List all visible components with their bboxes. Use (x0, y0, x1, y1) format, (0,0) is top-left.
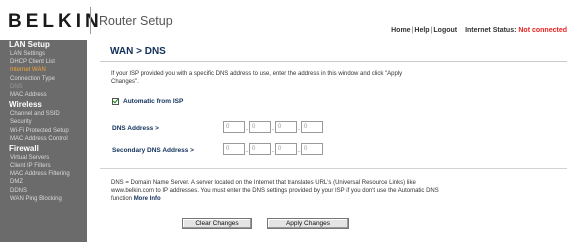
page-title: WAN > DNS (110, 46, 166, 57)
title-divider (100, 61, 567, 62)
sidebar-item-internet-wan[interactable]: Internet WAN (0, 66, 87, 74)
top-links: Home|Help|Logout Internet Status: Not co… (391, 27, 567, 34)
internet-status-label: Internet Status: (465, 27, 517, 34)
belkin-logo: BELKIN (8, 11, 103, 32)
intro-text: If your ISP provided you with a specific… (111, 71, 403, 85)
secondary-dns-address-label: Secondary DNS Address > (112, 147, 194, 154)
sidebar-item-client-ip-filters[interactable]: Client IP Filters (0, 162, 87, 170)
sidebar-item-dns[interactable]: DNS (0, 83, 87, 91)
sidebar-item-mac-address-filtering[interactable]: MAC Address Filtering (0, 170, 87, 178)
dns-explanation: DNS = Domain Name Server. A server locat… (111, 179, 441, 203)
main-content: WAN > DNS If your ISP provided you with … (87, 40, 567, 242)
logo-divider (90, 7, 91, 34)
sidebar-item-dhcp-client-list[interactable]: DHCP Client List (0, 58, 87, 66)
header: BELKIN Router Setup Home|Help|Logout Int… (0, 0, 567, 39)
dns-octet-4-input[interactable]: 0 (301, 121, 323, 133)
sidebar-item-mac-address[interactable]: MAC Address (0, 91, 87, 99)
more-info-link[interactable]: More Info (134, 196, 161, 202)
sidebar-item-lan-settings[interactable]: LAN Settings (0, 50, 87, 58)
dns-address-input-group: 0 . 0 . 0 . 0 (223, 121, 323, 133)
sidebar-section-firewall[interactable]: Firewall (0, 144, 87, 154)
sidebar-item-ddns[interactable]: DDNS (0, 187, 87, 195)
sidebar-item-connection-type[interactable]: Connection Type (0, 75, 87, 83)
app-title: Router Setup (99, 14, 173, 28)
clear-changes-button[interactable]: Clear Changes (182, 218, 252, 229)
sidebar: LAN Setup LAN Settings DHCP Client List … (0, 40, 87, 242)
secondary-dns-octet-3-input[interactable]: 0 (275, 143, 297, 155)
apply-changes-button[interactable]: Apply Changes (267, 218, 349, 229)
dns-octet-3-input[interactable]: 0 (275, 121, 297, 133)
help-link[interactable]: Help (414, 27, 429, 34)
section-divider (100, 168, 567, 169)
sidebar-section-lan-setup[interactable]: LAN Setup (0, 40, 87, 50)
sidebar-item-dmz[interactable]: DMZ (0, 178, 87, 186)
dns-octet-2-input[interactable]: 0 (249, 121, 271, 133)
secondary-dns-octet-1-input[interactable]: 0 (223, 143, 245, 155)
internet-status-value: Not connected (518, 27, 567, 34)
automatic-from-isp-label: Automatic from ISP (123, 98, 184, 105)
sidebar-item-channel-ssid[interactable]: Channel and SSID (0, 110, 87, 118)
logout-link[interactable]: Logout (433, 27, 457, 34)
secondary-dns-octet-4-input[interactable]: 0 (301, 143, 323, 155)
secondary-dns-input-group: 0 . 0 . 0 . 0 (223, 143, 323, 155)
sidebar-item-virtual-servers[interactable]: Virtual Servers (0, 154, 87, 162)
home-link[interactable]: Home (391, 27, 410, 34)
sidebar-item-wifi-protected-setup[interactable]: Wi-Fi Protected Setup (0, 127, 87, 135)
sidebar-section-wireless[interactable]: Wireless (0, 100, 87, 110)
automatic-from-isp-row: Automatic from ISP (112, 98, 183, 105)
sidebar-item-mac-address-control[interactable]: MAC Address Control (0, 135, 87, 143)
automatic-from-isp-checkbox[interactable] (112, 98, 119, 105)
secondary-dns-octet-2-input[interactable]: 0 (249, 143, 271, 155)
sidebar-item-wan-ping-blocking[interactable]: WAN Ping Blocking (0, 195, 87, 203)
sidebar-item-security[interactable]: Security (0, 118, 87, 126)
dns-octet-1-input[interactable]: 0 (223, 121, 245, 133)
dns-address-label: DNS Address > (112, 125, 159, 132)
